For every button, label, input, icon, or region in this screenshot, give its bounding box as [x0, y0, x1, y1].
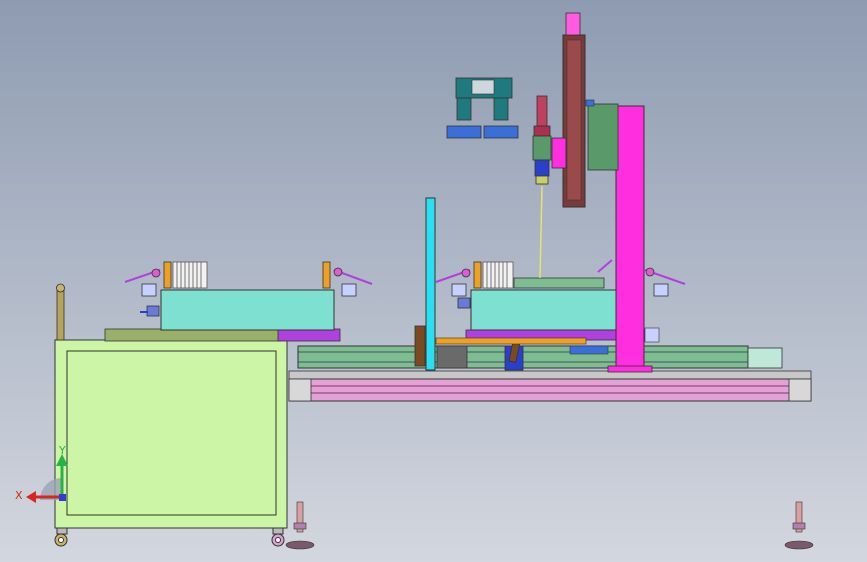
cabinet-door	[66, 350, 277, 516]
cabinet-top-plate-purple	[277, 328, 341, 342]
magenta-column	[615, 105, 645, 369]
cyan-post	[425, 197, 436, 371]
column-mount-plate	[587, 103, 619, 171]
base-frame-top	[288, 370, 812, 380]
right-tank	[470, 289, 618, 331]
signal-post-cap	[56, 283, 65, 293]
z-axis-dot	[59, 494, 66, 501]
caster-right	[271, 527, 285, 547]
right-fin-stack	[482, 261, 514, 289]
caster-left	[54, 527, 68, 547]
work-plate	[513, 277, 605, 289]
x-axis-label: X	[15, 489, 23, 502]
base-frame-beam	[288, 378, 812, 402]
signal-post	[56, 286, 65, 341]
cad-drawing-viewport[interactable]: Y X	[0, 0, 867, 562]
y-axis-label: Y	[58, 444, 66, 457]
cabinet-top-plate	[104, 328, 282, 342]
left-tank	[160, 289, 335, 331]
camera-light-right	[483, 125, 519, 139]
z-axis-motor	[565, 12, 581, 36]
left-fin-stack	[172, 261, 208, 289]
camera-light-left	[446, 125, 482, 139]
